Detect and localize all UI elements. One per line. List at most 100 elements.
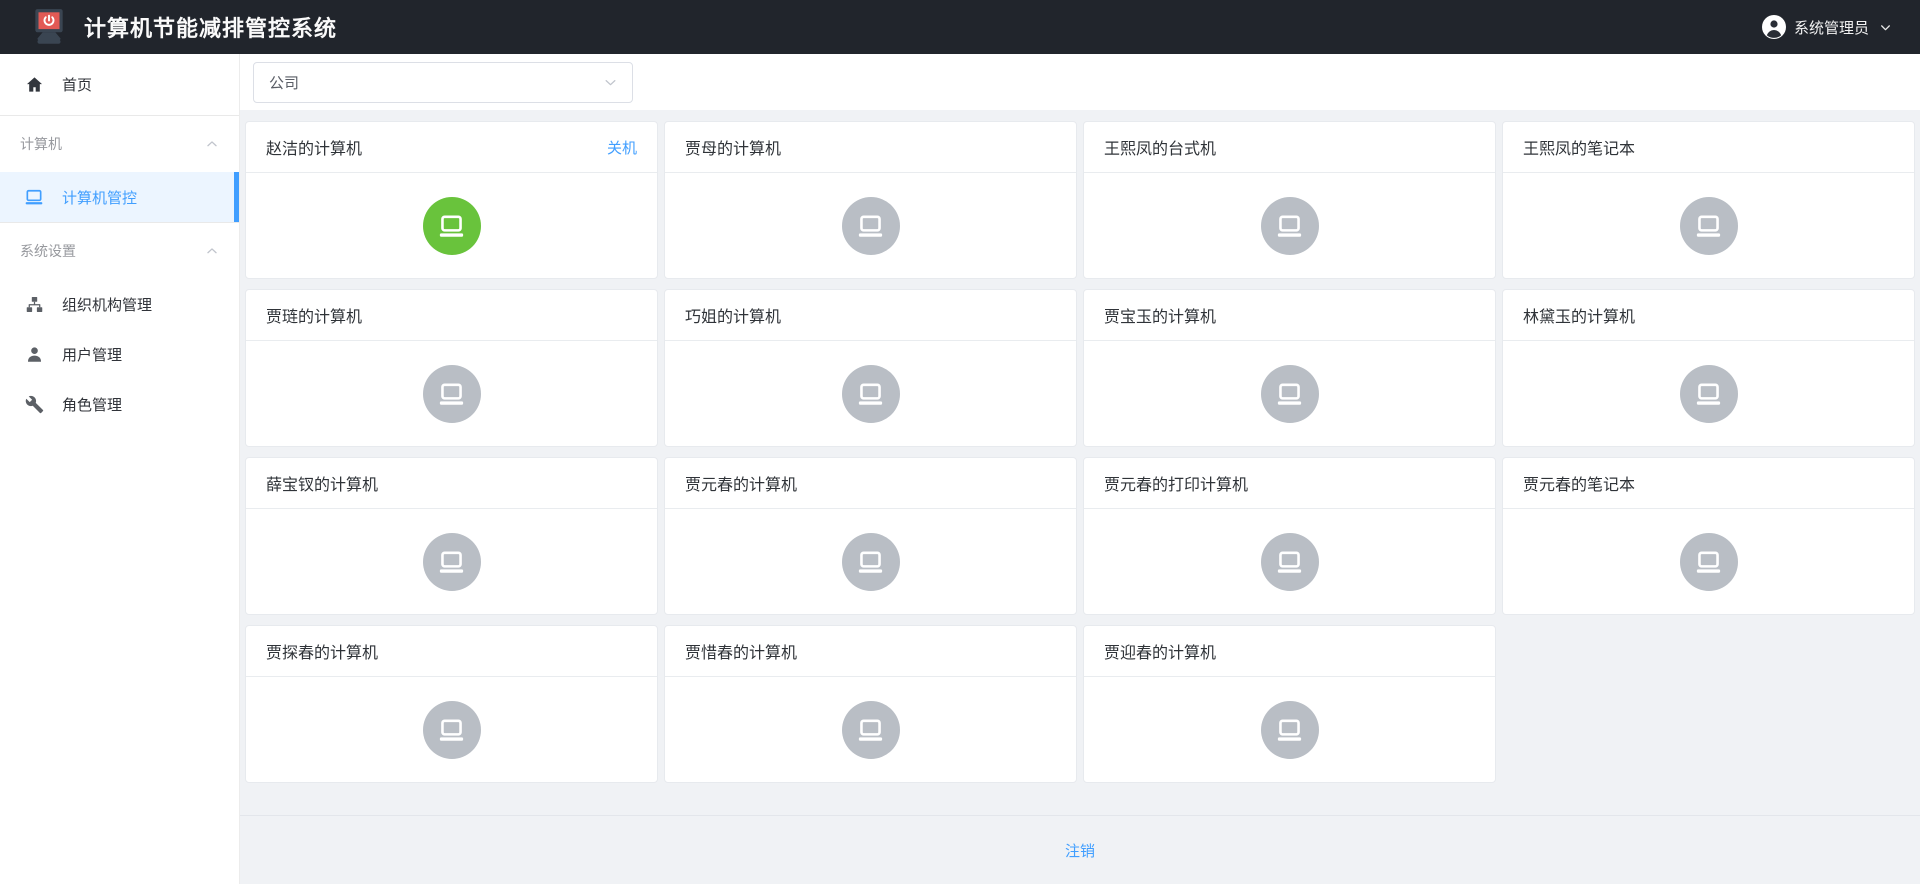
computer-name: 赵洁的计算机 [266,135,362,159]
computer-card: 贾迎春的计算机 [1083,625,1496,783]
computer-card-header: 巧姐的计算机 [665,290,1076,341]
user-avatar-icon [1762,15,1786,39]
computer-card: 贾元春的打印计算机 [1083,457,1496,615]
sidebar-item-home[interactable]: 首页 [0,54,239,116]
company-select-value: 公司 [269,72,299,93]
computer-card-body [246,509,657,615]
home-icon [24,75,44,95]
computer-status-icon[interactable] [1261,197,1319,255]
computer-card-body [246,173,657,279]
computer-card: 薛宝钗的计算机 [245,457,658,615]
computer-status-icon[interactable] [1680,533,1738,591]
sidebar-section-computer: 计算机 计算机管控 [0,116,239,223]
computer-name: 贾琏的计算机 [266,303,362,327]
computer-card: 贾惜春的计算机 [664,625,1077,783]
computer-card-header: 贾惜春的计算机 [665,626,1076,677]
sidebar-item-organization[interactable]: 组织机构管理 [0,279,239,329]
wrench-icon [24,394,44,414]
org-chart-icon [24,294,44,314]
computer-name: 贾元春的打印计算机 [1104,471,1248,495]
computer-status-icon[interactable] [842,365,900,423]
computer-card: 贾探春的计算机 [245,625,658,783]
sidebar-item-label: 组织机构管理 [62,294,152,315]
laptop-icon [24,187,44,207]
computer-card-body [1503,509,1914,615]
computer-status-icon[interactable] [423,701,481,759]
computer-name: 贾迎春的计算机 [1104,639,1216,663]
computer-card: 巧姐的计算机 [664,289,1077,447]
user-menu[interactable]: 系统管理员 [1762,15,1892,39]
sidebar-section-header-settings[interactable]: 系统设置 [0,223,239,279]
section-label: 计算机 [20,134,62,154]
computer-card-body [1503,173,1914,279]
computer-card-header: 林黛玉的计算机 [1503,290,1914,341]
computer-card-header: 贾母的计算机 [665,122,1076,173]
computer-status-icon[interactable] [1680,197,1738,255]
user-icon [24,344,44,364]
computer-status-icon[interactable] [1261,533,1319,591]
computer-card-header: 王熙凤的笔记本 [1503,122,1914,173]
sidebar: 首页 计算机 计算机管控 系统设置 [0,54,240,884]
computer-card-body [246,341,657,447]
chevron-down-icon [603,75,618,90]
computer-card-header: 王熙凤的台式机 [1084,122,1495,173]
sidebar-item-users[interactable]: 用户管理 [0,329,239,379]
computer-name: 贾探春的计算机 [266,639,378,663]
shutdown-link[interactable]: 关机 [607,137,637,158]
computer-name: 贾元春的笔记本 [1523,471,1635,495]
logout-link[interactable]: 注销 [1065,840,1095,861]
footer: 注销 [240,815,1920,884]
toolbar: 公司 [240,54,1920,110]
computer-card-body [1084,341,1495,447]
computer-card: 赵洁的计算机 关机 [245,121,658,279]
computer-name: 王熙凤的台式机 [1104,135,1216,159]
computer-name: 贾元春的计算机 [685,471,797,495]
computer-card-body [1084,173,1495,279]
computer-card-body [246,677,657,783]
computer-status-icon[interactable] [423,533,481,591]
sidebar-section-header-computer[interactable]: 计算机 [0,116,239,172]
computer-card-body [1084,509,1495,615]
computer-name: 贾宝玉的计算机 [1104,303,1216,327]
computer-name: 薛宝钗的计算机 [266,471,378,495]
cards-area: 赵洁的计算机 关机 贾母的计算机 [240,110,1920,815]
main-area: 公司 赵洁的计算机 关机 [240,54,1920,884]
app-header: 计算机节能减排管控系统 系统管理员 [0,0,1920,54]
company-select[interactable]: 公司 [253,62,633,103]
computer-status-icon[interactable] [842,533,900,591]
computer-card-header: 贾元春的笔记本 [1503,458,1914,509]
sidebar-item-computer-control[interactable]: 计算机管控 [0,172,239,222]
computer-card-header: 薛宝钗的计算机 [246,458,657,509]
computer-card-body [665,341,1076,447]
computer-card-header: 贾迎春的计算机 [1084,626,1495,677]
computer-card-header: 贾宝玉的计算机 [1084,290,1495,341]
computer-status-icon[interactable] [423,197,481,255]
computer-status-icon[interactable] [1261,701,1319,759]
user-name: 系统管理员 [1794,17,1869,38]
computer-name: 巧姐的计算机 [685,303,781,327]
computer-status-icon[interactable] [1680,365,1738,423]
computer-status-icon[interactable] [423,365,481,423]
sidebar-item-label: 角色管理 [62,394,122,415]
computer-card-header: 贾元春的打印计算机 [1084,458,1495,509]
computer-card-header: 贾元春的计算机 [665,458,1076,509]
computer-name: 林黛玉的计算机 [1523,303,1635,327]
computer-card: 贾元春的计算机 [664,457,1077,615]
section-label: 系统设置 [20,241,76,261]
computer-status-icon[interactable] [842,701,900,759]
computer-name: 贾惜春的计算机 [685,639,797,663]
computer-status-icon[interactable] [842,197,900,255]
sidebar-section-settings: 系统设置 组织机构管理 [0,223,239,429]
chevron-up-icon [205,137,219,151]
chevron-up-icon [205,244,219,258]
computer-card: 贾宝玉的计算机 [1083,289,1496,447]
sidebar-item-roles[interactable]: 角色管理 [0,379,239,429]
computer-card: 贾琏的计算机 [245,289,658,447]
computer-card-header: 贾琏的计算机 [246,290,657,341]
sidebar-item-label: 用户管理 [62,344,122,365]
computer-card-body [665,509,1076,615]
page-title: 计算机节能减排管控系统 [84,11,337,43]
computer-card: 王熙凤的台式机 [1083,121,1496,279]
computer-name: 贾母的计算机 [685,135,781,159]
computer-status-icon[interactable] [1261,365,1319,423]
